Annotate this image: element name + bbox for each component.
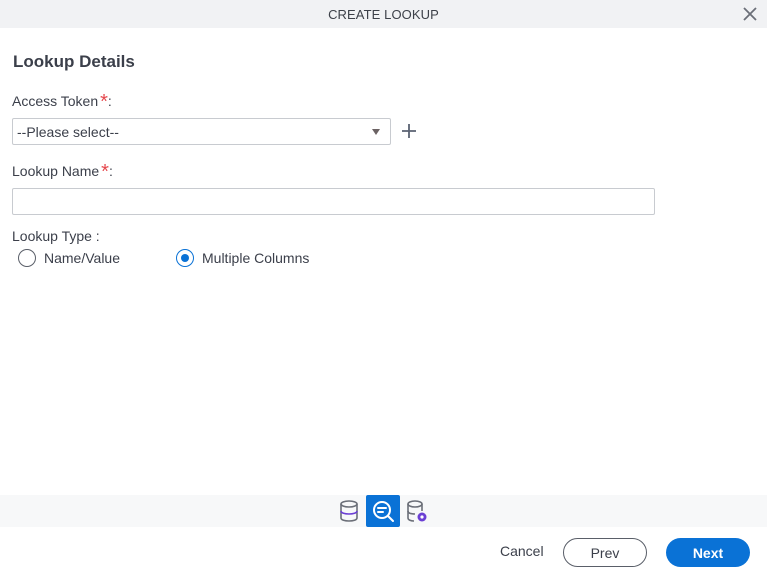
database-settings-icon	[407, 500, 427, 522]
close-button[interactable]	[739, 3, 761, 25]
radio-label: Name/Value	[44, 250, 121, 266]
radio-circle-checked	[176, 249, 194, 267]
cancel-button[interactable]: Cancel	[500, 543, 544, 559]
radio-circle-unchecked	[18, 249, 36, 267]
prev-button[interactable]: Prev	[563, 538, 647, 567]
lookup-type-label: Lookup Type :	[12, 228, 100, 244]
create-lookup-dialog: CREATE LOOKUP Lookup Details Access Toke…	[0, 0, 767, 573]
lookup-name-label: Lookup Name *:	[12, 162, 113, 182]
step-database-button[interactable]	[332, 495, 366, 527]
lookup-search-icon	[373, 501, 394, 522]
close-icon	[743, 7, 757, 21]
radio-multiple-columns[interactable]: Multiple Columns	[176, 249, 309, 267]
step-database-settings-button[interactable]	[400, 495, 434, 527]
dropdown-caret-icon	[372, 129, 380, 135]
lookup-name-label-text: Lookup Name	[12, 163, 100, 179]
radio-name-value[interactable]: Name/Value	[18, 249, 120, 267]
section-title: Lookup Details	[13, 52, 135, 71]
step-toolbar	[0, 495, 767, 527]
required-marker: *	[100, 91, 108, 113]
lookup-name-input[interactable]	[12, 188, 655, 215]
dialog-title: CREATE LOOKUP	[328, 6, 439, 22]
add-access-token-button[interactable]	[400, 122, 418, 140]
label-colon: :	[107, 93, 112, 109]
radio-label: Multiple Columns	[202, 250, 310, 266]
access-token-label: Access Token *:	[12, 92, 112, 112]
label-colon: :	[108, 163, 113, 179]
dialog-titlebar: CREATE LOOKUP	[0, 0, 767, 28]
access-token-label-text: Access Token	[12, 93, 99, 109]
next-button[interactable]: Next	[666, 538, 750, 567]
access-token-selected-value: --Please select--	[17, 123, 119, 140]
required-marker: *	[101, 161, 109, 183]
plus-icon	[402, 124, 416, 138]
access-token-select[interactable]: --Please select--	[12, 118, 391, 145]
step-lookup-button[interactable]	[366, 495, 400, 527]
database-icon	[340, 500, 358, 522]
